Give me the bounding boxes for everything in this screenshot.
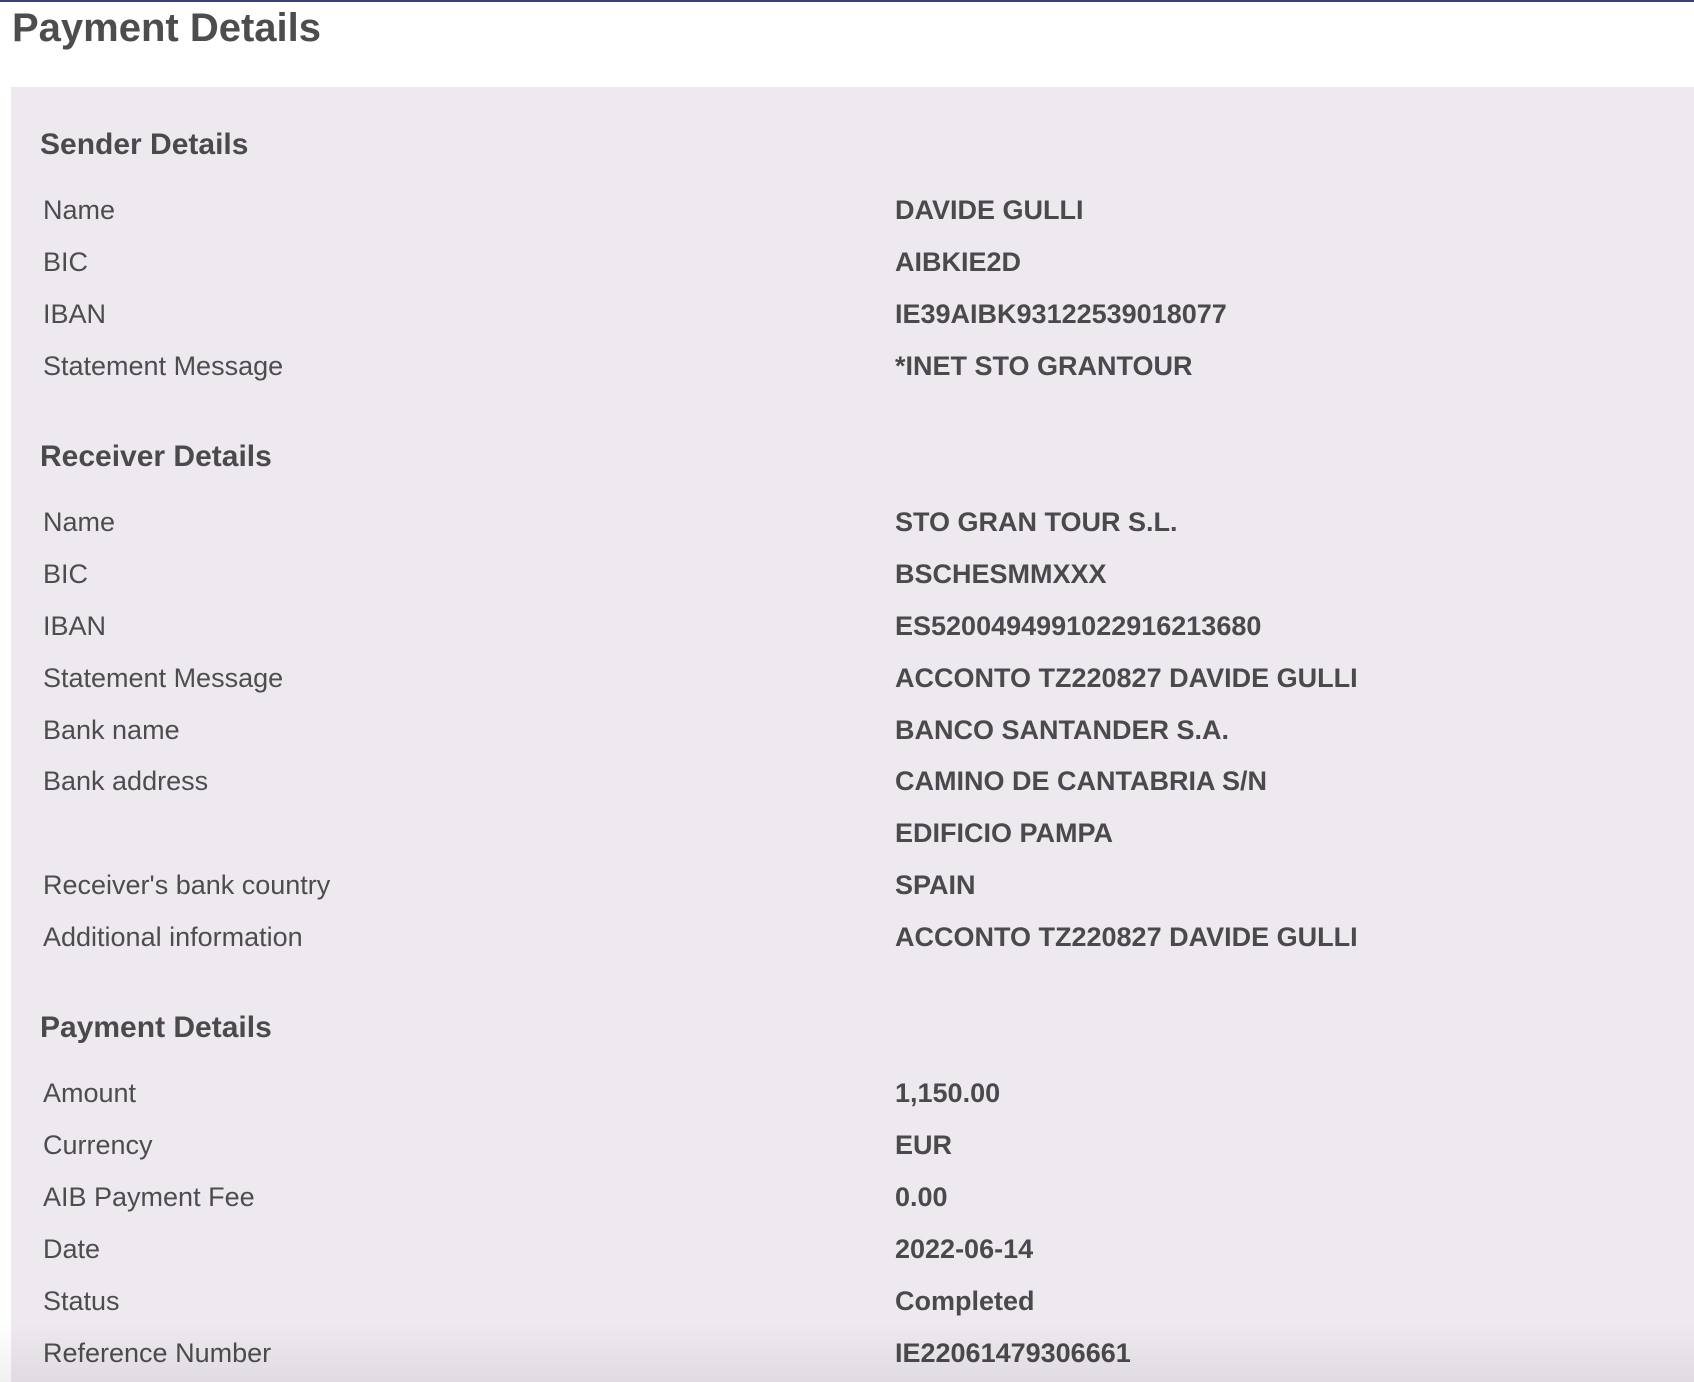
status-label: Status <box>43 1286 120 1316</box>
reference-number-value: IE22061479306661 <box>895 1338 1131 1368</box>
receiver-bank-address-line2: EDIFICIO PAMPA <box>895 818 1114 848</box>
amount-value: 1,150.00 <box>895 1078 1001 1108</box>
sender-details-heading: Sender Details <box>40 128 249 161</box>
receiver-bank-name-label: Bank name <box>43 715 180 745</box>
sender-iban-label: IBAN <box>43 299 107 329</box>
receiver-bic-value: BSCHESMMXXX <box>895 559 1107 589</box>
reference-number-label: Reference Number <box>43 1338 272 1368</box>
sender-statement-message-value: *INET STO GRANTOUR <box>895 351 1193 381</box>
currency-value: EUR <box>895 1130 953 1160</box>
receiver-bank-address-label: Bank address <box>43 766 209 796</box>
status-value: Completed <box>895 1286 1035 1316</box>
date-label: Date <box>43 1234 101 1264</box>
receiver-bank-country-value: SPAIN <box>895 870 976 900</box>
receiver-name-label: Name <box>43 507 116 537</box>
receiver-additional-information-value: ACCONTO TZ220827 DAVIDE GULLI <box>895 922 1358 952</box>
receiver-bank-country-label: Receiver's bank country <box>43 870 331 900</box>
sender-statement-message-label: Statement Message <box>43 351 284 381</box>
receiver-statement-message-label: Statement Message <box>43 663 284 693</box>
payment-fee-value: 0.00 <box>895 1182 948 1212</box>
currency-label: Currency <box>43 1130 153 1160</box>
receiver-bic-label: BIC <box>43 559 89 589</box>
receiver-statement-message-value: ACCONTO TZ220827 DAVIDE GULLI <box>895 663 1358 693</box>
amount-label: Amount <box>43 1078 137 1108</box>
payment-details-heading: Payment Details <box>40 1011 272 1044</box>
date-value: 2022-06-14 <box>895 1234 1034 1264</box>
receiver-iban-label: IBAN <box>43 611 107 641</box>
sender-name-label: Name <box>43 195 116 225</box>
receiver-name-value: STO GRAN TOUR S.L. <box>895 507 1178 537</box>
receiver-iban-value: ES5200494991022916213680 <box>895 611 1262 641</box>
receiver-bank-name-value: BANCO SANTANDER S.A. <box>895 715 1230 745</box>
sender-bic-label: BIC <box>43 247 89 277</box>
sender-name-value: DAVIDE GULLI <box>895 195 1084 225</box>
receiver-bank-address-line1: CAMINO DE CANTABRIA S/N <box>895 766 1267 796</box>
payment-details-panel: Sender Details Name DAVIDE GULLI BIC AIB… <box>11 87 1694 1382</box>
receiver-additional-information-label: Additional information <box>43 922 303 952</box>
payment-fee-label: AIB Payment Fee <box>43 1182 255 1212</box>
sender-bic-value: AIBKIE2D <box>895 247 1022 277</box>
sender-iban-value: IE39AIBK93122539018077 <box>895 299 1227 329</box>
page-title: Payment Details <box>12 6 322 50</box>
receiver-details-heading: Receiver Details <box>40 440 272 473</box>
